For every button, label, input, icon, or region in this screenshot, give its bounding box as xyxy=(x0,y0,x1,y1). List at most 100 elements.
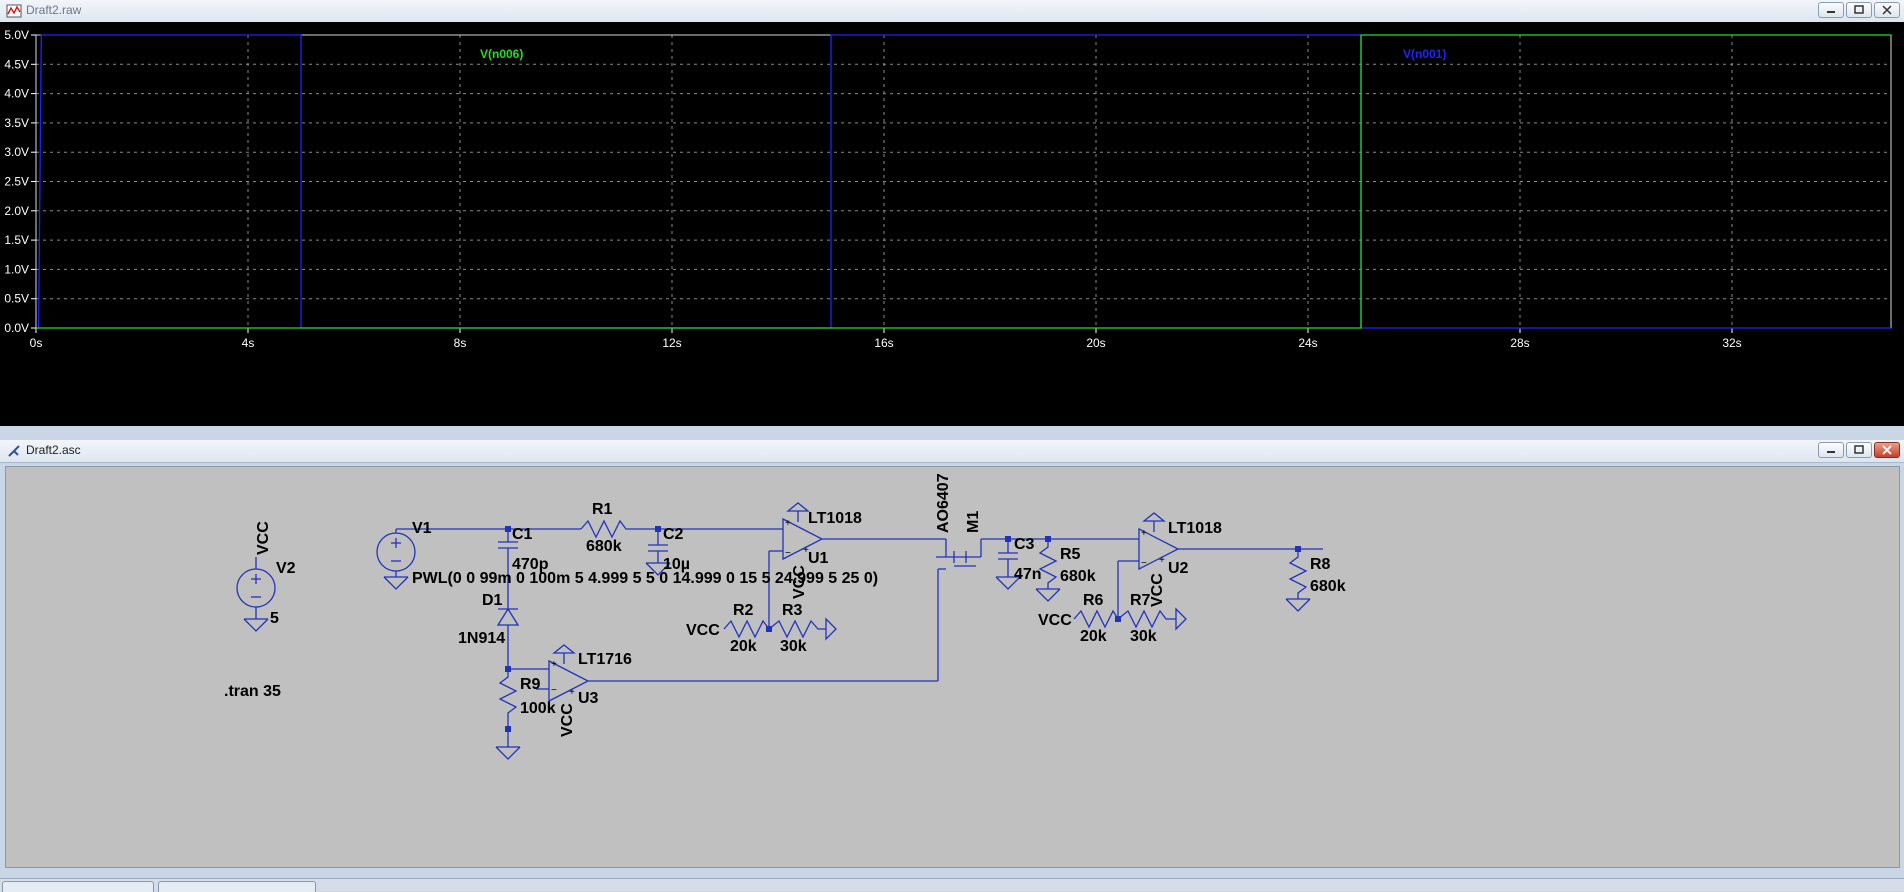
minimize-icon xyxy=(1827,451,1835,453)
c3-value[interactable]: 47n xyxy=(1014,566,1042,583)
waveform-window-tab[interactable] xyxy=(2,881,154,892)
u1-vcc-label[interactable]: VCC xyxy=(791,565,808,599)
vcc-net-label[interactable]: VCC xyxy=(255,521,272,555)
r2-value[interactable]: 20k xyxy=(730,638,757,655)
r1-value[interactable]: 680k xyxy=(586,538,622,555)
r5-label[interactable]: R5 xyxy=(1060,546,1081,563)
m1-model-label[interactable]: AO6407 xyxy=(935,473,952,533)
x-tick-label: 16s xyxy=(874,336,893,350)
schematic-drawing[interactable]: + − + + − + + − + VCC V2 5 V1 C1 470p R1… xyxy=(6,467,1899,867)
y-tick-label: 4.5V xyxy=(4,57,29,71)
r2-vcc-label[interactable]: VCC xyxy=(686,622,720,639)
r8-resistor[interactable] xyxy=(1285,549,1311,612)
close-button[interactable] xyxy=(1874,442,1900,458)
u2-model-label[interactable]: LT1018 xyxy=(1168,520,1222,537)
x-tick-label: 12s xyxy=(662,336,681,350)
y-tick-label: 2.0V xyxy=(4,204,29,218)
waveform-app-icon xyxy=(6,4,22,18)
r2-label[interactable]: R2 xyxy=(733,602,754,619)
y-tick-label: 3.5V xyxy=(4,116,29,130)
waveform-plot-area[interactable]: 0.0V 0.5V 1.0V 1.5V 2.0V 2.5V 3.0V 3.5V 4.0V 4.5V… xyxy=(0,22,1904,426)
waveform-chart[interactable]: 0.0V 0.5V 1.0V 1.5V 2.0V 2.5V 3.0V 3.5V 4.0V 4.5V… xyxy=(0,22,1904,426)
schematic-titlebar[interactable]: Draft2.asc xyxy=(0,440,1904,463)
u3-label[interactable]: U3 xyxy=(578,690,599,707)
grid-lines xyxy=(36,35,1891,328)
close-icon xyxy=(1882,5,1892,15)
schematic-window-tab[interactable] xyxy=(158,881,316,892)
x-tick-label: 28s xyxy=(1510,336,1529,350)
u3-minus-sign: − xyxy=(551,685,557,696)
u2-vcc-label[interactable]: VCC xyxy=(1149,573,1166,607)
maximize-button[interactable] xyxy=(1846,2,1872,18)
c1-label[interactable]: C1 xyxy=(512,526,533,543)
u2-vplus-sign: + xyxy=(1159,555,1165,566)
u3-vplus-sign: + xyxy=(569,687,575,698)
minimize-button[interactable] xyxy=(1818,2,1844,18)
waveform-window-title: Draft2.raw xyxy=(26,3,82,17)
junction-dots xyxy=(505,526,1301,732)
c3-label[interactable]: C3 xyxy=(1014,536,1035,553)
v1-label[interactable]: V1 xyxy=(412,520,432,537)
v2-value[interactable]: 5 xyxy=(270,610,279,627)
schematic-canvas[interactable]: + − + + − + + − + VCC V2 5 V1 C1 470p R1… xyxy=(5,466,1900,868)
minimize-icon xyxy=(1827,11,1835,13)
tran-directive[interactable]: .tran 35 xyxy=(224,683,281,700)
u3-model-label[interactable]: LT1716 xyxy=(578,651,632,668)
u3-vcc-label[interactable]: VCC xyxy=(559,703,576,737)
x-tick-label: 4s xyxy=(242,336,255,350)
maximize-icon xyxy=(1854,5,1864,14)
r1-label[interactable]: R1 xyxy=(592,501,613,518)
u2-plus-sign: + xyxy=(1141,528,1147,539)
r9-label[interactable]: R9 xyxy=(520,676,541,693)
r6-vcc-label[interactable]: VCC xyxy=(1038,612,1072,629)
r3-value[interactable]: 30k xyxy=(780,638,807,655)
schematic-window: Draft2.asc + − + + − + + − + VCC V2 5 V1… xyxy=(0,440,1904,870)
x-tick-label: 24s xyxy=(1298,336,1317,350)
r7-resistor[interactable] xyxy=(1117,607,1187,631)
pwl-source-spec[interactable]: PWL(0 0 99m 0 100m 5 4.999 5 5 0 14.999 … xyxy=(412,570,878,587)
r7-value[interactable]: 30k xyxy=(1130,628,1157,645)
y-tick-label: 1.5V xyxy=(4,233,29,247)
m1-label[interactable]: M1 xyxy=(965,511,982,533)
x-tick-label: 8s xyxy=(454,336,467,350)
r8-value[interactable]: 680k xyxy=(1310,578,1346,595)
u3-plus-sign: + xyxy=(551,659,557,670)
x-tick-label: 20s xyxy=(1086,336,1105,350)
r6-label[interactable]: R6 xyxy=(1083,592,1104,609)
r6-value[interactable]: 20k xyxy=(1080,628,1107,645)
y-tick-label: 0.5V xyxy=(4,292,29,306)
close-icon xyxy=(1882,445,1892,455)
u1-plus-sign: + xyxy=(785,518,791,529)
c2-label[interactable]: C2 xyxy=(663,526,684,543)
trace-label-v-n006[interactable]: V(n006) xyxy=(480,47,523,61)
r9-value[interactable]: 100k xyxy=(520,700,556,717)
r2-resistor[interactable] xyxy=(723,619,770,639)
y-tick-label: 3.0V xyxy=(4,145,29,159)
y-tick-label: 1.0V xyxy=(4,262,29,276)
maximize-button[interactable] xyxy=(1846,442,1872,458)
u1-model-label[interactable]: LT1018 xyxy=(808,510,862,527)
r8-label[interactable]: R8 xyxy=(1310,556,1331,573)
x-tick-label: 0s xyxy=(30,336,43,350)
d1-value[interactable]: 1N914 xyxy=(458,630,505,647)
u2-minus-sign: − xyxy=(1141,558,1147,569)
v2-label[interactable]: V2 xyxy=(276,560,296,577)
maximize-icon xyxy=(1854,445,1864,454)
waveform-titlebar[interactable]: Draft2.raw xyxy=(0,0,1904,23)
trace-label-v-n001[interactable]: V(n001) xyxy=(1403,47,1446,61)
d1-label[interactable]: D1 xyxy=(482,592,503,609)
minimize-button[interactable] xyxy=(1818,442,1844,458)
m1-mosfet-ao6407[interactable] xyxy=(936,538,1008,681)
window-tab-strip xyxy=(0,878,1904,892)
close-button[interactable] xyxy=(1874,2,1900,18)
r7-label[interactable]: R7 xyxy=(1130,592,1151,609)
u1-label[interactable]: U1 xyxy=(808,550,829,567)
r1-resistor[interactable] xyxy=(580,519,658,539)
r5-value[interactable]: 680k xyxy=(1060,568,1096,585)
r9-resistor[interactable] xyxy=(495,669,521,760)
r3-resistor[interactable] xyxy=(768,617,837,641)
u2-label[interactable]: U2 xyxy=(1168,560,1189,577)
r6-resistor[interactable] xyxy=(1073,609,1119,629)
r3-label[interactable]: R3 xyxy=(782,602,803,619)
y-tick-label: 0.0V xyxy=(4,321,29,335)
